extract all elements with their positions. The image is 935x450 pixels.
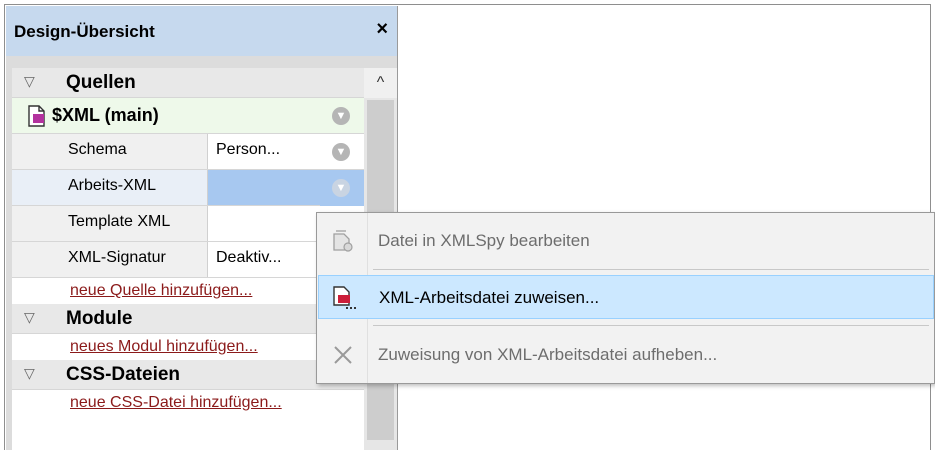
xml-document-icon xyxy=(28,105,45,127)
property-value: Deaktiv... xyxy=(216,249,282,266)
source-row-xml-main[interactable]: $XML (main) ▼ xyxy=(12,98,364,134)
selected-value-cell[interactable] xyxy=(208,170,320,205)
property-label: Schema xyxy=(68,141,127,158)
add-css-link[interactable]: neue CSS-Datei hinzufügen... xyxy=(70,394,282,412)
assign-working-xml-icon xyxy=(333,286,356,309)
group-title: Quellen xyxy=(66,72,136,93)
group-header-module[interactable]: ▽ Module xyxy=(12,304,364,334)
add-source-link[interactable]: neue Quelle hinzufügen... xyxy=(70,282,252,300)
group-title: CSS-Dateien xyxy=(66,364,181,385)
property-label: Template XML xyxy=(68,213,171,230)
add-module-row: neues Modul hinzufügen... xyxy=(12,336,364,358)
menu-item-edit-in-xmlspy[interactable]: Datei in XMLSpy bearbeiten xyxy=(318,219,934,263)
remove-assignment-icon xyxy=(334,346,352,364)
edit-in-xmlspy-icon xyxy=(333,230,353,252)
add-source-row: neue Quelle hinzufügen... xyxy=(12,280,364,302)
menu-separator xyxy=(373,269,929,270)
context-menu: Datei in XMLSpy bearbeiten XML-Arbeitsda… xyxy=(316,212,935,384)
property-value: Person... xyxy=(216,141,281,158)
property-row-schema[interactable]: Schema Person... ▼ xyxy=(12,134,364,170)
panel-title-bar: Design-Übersicht × xyxy=(6,6,397,56)
source-name: $XML (main) xyxy=(52,105,159,125)
panel-title: Design-Übersicht xyxy=(14,22,155,41)
menu-item-label: Datei in XMLSpy bearbeiten xyxy=(378,231,590,250)
menu-item-label: XML-Arbeitsdatei zuweisen... xyxy=(379,288,600,307)
collapse-triangle-icon[interactable]: ▽ xyxy=(24,309,35,326)
panel-toolbar-strip xyxy=(6,56,397,68)
scroll-up-icon[interactable]: ^ xyxy=(364,68,397,98)
group-header-quellen[interactable]: ▽ Quellen xyxy=(12,68,364,98)
working-xml-options-icon[interactable]: ▼ xyxy=(332,179,350,197)
group-header-css[interactable]: ▽ CSS-Dateien xyxy=(12,360,364,390)
property-label: Arbeits-XML xyxy=(68,177,157,194)
close-icon[interactable]: × xyxy=(376,18,388,41)
property-row-xml-signature[interactable]: XML-Signatur Deaktiv... xyxy=(12,242,364,278)
collapse-triangle-icon[interactable]: ▽ xyxy=(24,365,35,382)
menu-item-remove-assignment[interactable]: Zuweisung von XML-Arbeitsdatei aufheben.… xyxy=(318,333,934,377)
schema-options-icon[interactable]: ▼ xyxy=(332,143,350,161)
property-label: XML-Signatur xyxy=(68,249,166,266)
property-row-arbeits-xml[interactable]: Arbeits-XML ▼ xyxy=(12,170,364,206)
menu-item-label: Zuweisung von XML-Arbeitsdatei aufheben.… xyxy=(378,345,718,364)
menu-separator xyxy=(373,325,929,326)
source-options-icon[interactable]: ▼ xyxy=(332,107,350,125)
collapse-triangle-icon[interactable]: ▽ xyxy=(24,73,35,90)
group-title: Module xyxy=(66,308,133,329)
menu-item-assign-working-xml[interactable]: XML-Arbeitsdatei zuweisen... xyxy=(318,275,934,319)
add-module-link[interactable]: neues Modul hinzufügen... xyxy=(70,338,258,356)
add-css-row: neue CSS-Datei hinzufügen... xyxy=(12,392,364,414)
overview-list: ▽ Quellen $XML (main) ▼ Schema Person...… xyxy=(12,68,364,450)
property-row-template-xml[interactable]: Template XML xyxy=(12,206,364,242)
